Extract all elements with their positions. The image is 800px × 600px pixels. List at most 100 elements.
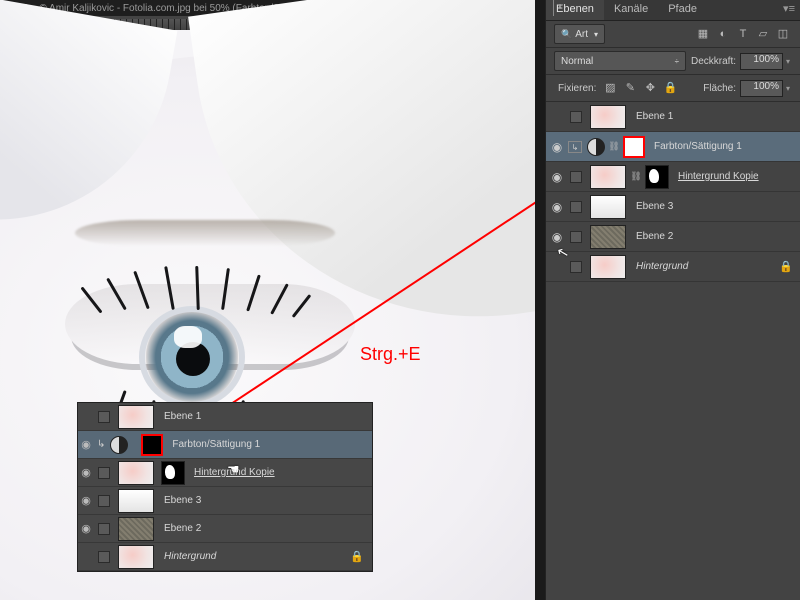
visibility-toggle[interactable]: ◉ [548, 170, 566, 184]
layer-select-checkbox[interactable] [98, 551, 110, 563]
lock-paint-icon[interactable]: ✎ [623, 81, 637, 95]
opacity-label: Deckkraft: [691, 56, 736, 67]
tab-paths[interactable]: Pfade [658, 0, 707, 20]
layer-select-checkbox[interactable] [98, 411, 110, 423]
chevron-down-icon[interactable]: ▾ [783, 57, 793, 66]
mask-filter-icon[interactable]: ◐ [716, 27, 730, 41]
overlay-layer-row[interactable]: ◉ Ebene 2 [78, 515, 372, 543]
chevron-down-icon: ÷ [675, 57, 679, 66]
fill-label: Fläche: [703, 83, 736, 94]
chevron-down-icon: ▾ [594, 30, 598, 39]
layer-name: Farbton/Sättigung 1 [654, 141, 742, 152]
tab-divider [553, 0, 554, 16]
layer-name: Ebene 2 [164, 523, 201, 534]
layer-lock-slot[interactable] [570, 171, 582, 183]
lock-row: Fixieren: ▨ ✎ ✥ 🔒 Fläche: 100% ▾ [546, 75, 800, 102]
lock-label: Fixieren: [558, 83, 596, 94]
shape-filter-icon[interactable]: ▱ [756, 27, 770, 41]
clip-indicator-icon: ↳ [568, 141, 582, 153]
adjustment-icon[interactable] [110, 436, 128, 454]
layer-thumbnail[interactable] [590, 105, 626, 129]
layer-name: Hintergrund [164, 551, 216, 562]
layer-lock-slot[interactable] [570, 201, 582, 213]
fill-input[interactable]: 100% [740, 80, 783, 97]
adjustment-icon[interactable] [587, 138, 605, 156]
visibility-icon[interactable]: ◉ [78, 438, 94, 451]
filter-type-dropdown[interactable]: 🔍 Art ▾ [554, 24, 605, 44]
overlay-layers-panel: Ebene 1 ◉ ↳ Farbton/Sättigung 1 ☚ ◉ Hint… [77, 402, 373, 572]
visibility-icon[interactable]: ◉ [78, 494, 94, 507]
lock-transparent-icon[interactable]: ▨ [603, 81, 617, 95]
filter-row: 🔍 Art ▾ ▦ ◐ T ▱ ◫ [546, 21, 800, 48]
layer-mask-thumbnail[interactable] [645, 165, 669, 189]
type-filter-icon[interactable]: T [736, 27, 750, 41]
layer-row[interactable]: Hintergrund 🔒 [546, 252, 800, 282]
layer-name: Hintergrund Kopie [678, 171, 759, 182]
lock-icon: 🔒 [779, 260, 793, 273]
panel-tabs: Ebenen Kanäle Pfade ▾≡ [546, 0, 800, 21]
layer-name: Hintergrund Kopie [194, 467, 275, 478]
layer-row[interactable]: ◉ Ebene 3 [546, 192, 800, 222]
link-icon[interactable]: ⛓ [608, 141, 620, 152]
layer-row[interactable]: ◉ ⛓ Hintergrund Kopie [546, 162, 800, 192]
layer-thumbnail[interactable] [118, 517, 154, 541]
layer-mask-thumbnail[interactable] [161, 461, 185, 485]
panel-gap [535, 0, 545, 600]
layer-thumbnail[interactable] [118, 545, 154, 569]
chevron-down-icon[interactable]: ▾ [783, 84, 793, 93]
layer-thumbnail[interactable] [590, 195, 626, 219]
blend-mode-dropdown[interactable]: Normal ÷ [554, 51, 686, 71]
layers-panel: Ebenen Kanäle Pfade ▾≡ 🔍 Art ▾ ▦ ◐ T ▱ ◫… [545, 0, 800, 600]
visibility-icon[interactable]: ◉ [78, 522, 94, 535]
smart-filter-icon[interactable]: ◫ [776, 27, 790, 41]
layer-thumbnail[interactable] [590, 255, 626, 279]
layer-thumbnail[interactable] [118, 489, 154, 513]
layer-name: Hintergrund [636, 261, 688, 272]
layer-name: Ebene 1 [636, 111, 673, 122]
lock-position-icon[interactable]: ✥ [643, 81, 657, 95]
layer-name: Ebene 1 [164, 411, 201, 422]
visibility-toggle[interactable]: ◉ [548, 200, 566, 214]
clip-indicator-icon: ↳ [97, 439, 105, 450]
overlay-layer-row[interactable]: ◉ ↳ Farbton/Sättigung 1 ☚ [78, 431, 372, 459]
layer-mask-thumbnail[interactable] [141, 434, 163, 456]
layer-lock-slot[interactable] [570, 231, 582, 243]
layer-name: Farbton/Sättigung 1 [172, 439, 260, 450]
overlay-layer-row[interactable]: ◉ Hintergrund Kopie [78, 459, 372, 487]
blend-mode-value: Normal [561, 56, 593, 67]
link-icon[interactable]: ⛓ [630, 171, 642, 182]
visibility-toggle[interactable]: ◉ [548, 230, 566, 244]
overlay-layer-row[interactable]: Hintergrund 🔒 [78, 543, 372, 571]
layer-lock-slot[interactable] [570, 261, 582, 273]
eye-highlight [174, 326, 202, 348]
layer-select-checkbox[interactable] [98, 523, 110, 535]
layer-thumbnail[interactable] [118, 461, 154, 485]
visibility-icon[interactable]: ◉ [78, 466, 94, 479]
layer-thumbnail[interactable] [590, 165, 626, 189]
layer-mask-thumbnail[interactable] [623, 136, 645, 158]
image-filter-icon[interactable]: ▦ [696, 27, 710, 41]
layer-thumbnail[interactable] [118, 405, 154, 429]
tab-close-icon[interactable]: × [557, 2, 563, 13]
layer-name: Ebene 3 [636, 201, 673, 212]
layer-thumbnail[interactable] [590, 225, 626, 249]
eyebrow [75, 220, 335, 246]
layer-select-checkbox[interactable] [98, 467, 110, 479]
tab-channels[interactable]: Kanäle [604, 0, 658, 20]
layer-lock-slot[interactable] [570, 111, 582, 123]
layer-select-checkbox[interactable] [98, 495, 110, 507]
layer-name: Ebene 3 [164, 495, 201, 506]
lock-icon: 🔒 [350, 550, 364, 563]
layer-row[interactable]: ◉ ↳ ⛓ Farbton/Sättigung 1 [546, 132, 800, 162]
visibility-toggle[interactable]: ◉ [548, 140, 566, 154]
blend-row: Normal ÷ Deckkraft: 100% ▾ [546, 48, 800, 75]
tab-layers[interactable]: Ebenen [546, 0, 604, 20]
overlay-layer-row[interactable]: ◉ Ebene 3 [78, 487, 372, 515]
layer-row[interactable]: Ebene 1 [546, 102, 800, 132]
lock-all-icon[interactable]: 🔒 [663, 81, 677, 95]
layer-name: Ebene 2 [636, 231, 673, 242]
overlay-layer-row[interactable]: Ebene 1 [78, 403, 372, 431]
panel-menu-icon[interactable]: ▾≡ [777, 0, 800, 20]
layer-row[interactable]: ◉ Ebene 2 [546, 222, 800, 252]
opacity-input[interactable]: 100% [740, 53, 783, 70]
